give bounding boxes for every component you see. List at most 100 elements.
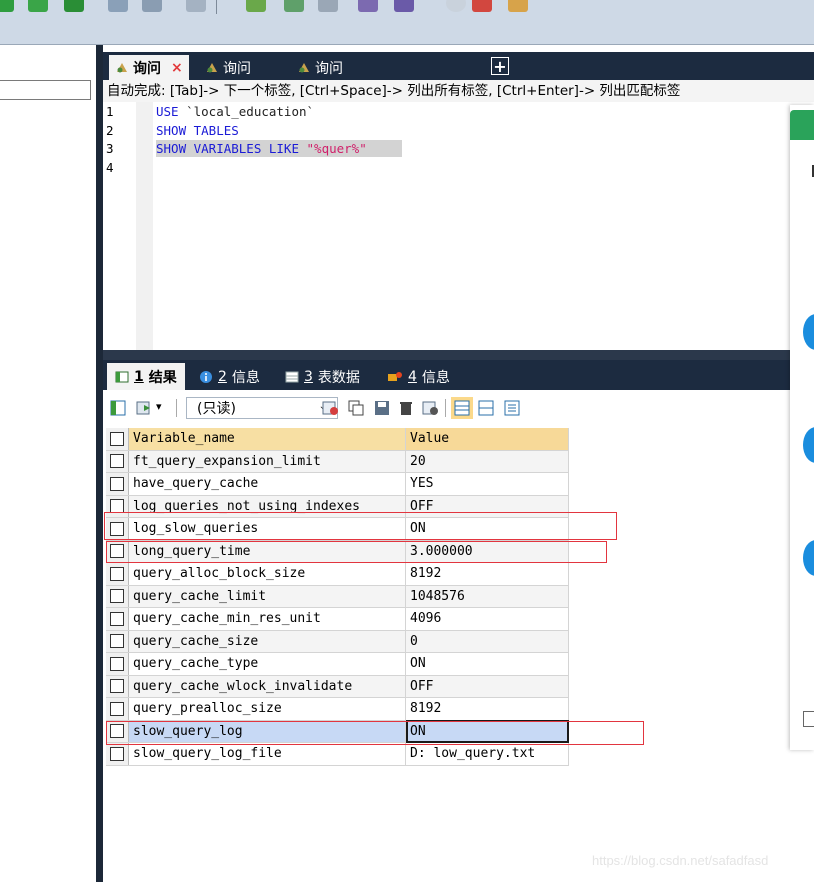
delete-row-icon[interactable] [397,399,415,417]
line-number: 1 [106,104,114,119]
table-row[interactable]: have_query_cache YES [106,472,569,496]
table-row[interactable]: ft_query_expansion_limit 20 [106,450,569,473]
panel-splitter[interactable] [96,45,103,882]
main-toolbar [0,0,814,45]
sql-identifier: `local_education` [178,104,315,119]
variable-name-cell[interactable]: query_cache_wlock_invalidate [128,675,406,698]
value-cell[interactable]: 20 [405,450,569,473]
tab-query-2[interactable]: 询问 [199,55,257,80]
new-query-icon[interactable] [108,0,128,12]
restore-icon[interactable] [284,0,304,12]
value-cell[interactable]: OFF [405,675,569,698]
form-mode-icon[interactable] [477,399,495,417]
duplicate-row-icon[interactable] [347,399,365,417]
toolbar-separator [216,0,217,14]
variable-name-cell[interactable]: slow_query_log_file [128,742,406,766]
row-checkbox[interactable] [106,585,129,608]
text-mode-icon[interactable] [503,399,521,417]
variable-name-cell[interactable]: query_alloc_block_size [128,562,406,586]
edit-mode-select[interactable]: (只读) ⌵ [186,397,338,419]
row-checkbox[interactable] [106,742,129,766]
table-data-icon [285,371,299,382]
disconnect-icon[interactable] [64,0,84,12]
tab-label: 询问 [133,60,161,77]
variable-name-cell[interactable]: have_query_cache [128,472,406,496]
table-row[interactable]: query_cache_min_res_unit 4096 [106,607,569,631]
value-cell[interactable]: 8192 [405,562,569,586]
row-checkbox[interactable] [106,652,129,676]
checkbox-icon [110,701,124,716]
value-cell[interactable]: 4096 [405,607,569,631]
row-checkbox[interactable] [106,675,129,698]
tab-table-data[interactable]: 3 表数据 [277,363,368,390]
checkbox-icon [110,566,124,581]
row-checkbox[interactable] [106,697,129,721]
variable-name-cell[interactable]: query_cache_limit [128,585,406,608]
table-row[interactable]: slow_query_log_file D: low_query.txt [106,742,569,766]
select-all-checkbox[interactable] [106,428,129,451]
tab-number: 2 [218,368,227,385]
row-checkbox[interactable] [106,562,129,586]
variable-name-cell[interactable]: query_prealloc_size [128,697,406,721]
object-filter-input[interactable] [0,80,91,100]
toolbar-separator [445,399,446,417]
export-dropdown-icon[interactable]: ▾ [156,400,162,413]
tab-result[interactable]: 1 结果 [107,363,185,390]
new-table-icon[interactable] [142,0,162,12]
table-row[interactable]: query_cache_type ON [106,652,569,676]
export-icon[interactable] [394,0,414,12]
table-row[interactable]: query_cache_wlock_invalidate OFF [106,675,569,698]
sql-keyword: USE [156,104,179,119]
column-header-variable-name[interactable]: Variable_name [128,428,406,451]
query-tab-icon [115,61,129,75]
tab-query-3[interactable]: 询问 [291,55,349,80]
row-checkbox[interactable] [106,607,129,631]
value-cell[interactable]: D: low_query.txt [405,742,569,766]
save-icon[interactable] [373,399,391,417]
backup-icon[interactable] [246,0,266,12]
schedule-icon[interactable] [318,0,338,12]
column-header-value[interactable]: Value [405,428,569,451]
value-cell[interactable]: ON [405,652,569,676]
variable-name-cell[interactable]: query_cache_size [128,630,406,653]
report-icon[interactable] [472,0,492,12]
grid-view-icon[interactable] [109,399,127,417]
row-checkbox[interactable] [106,472,129,496]
variable-name-cell[interactable]: ft_query_expansion_limit [128,450,406,473]
tab-info[interactable]: 2 信息 [191,363,268,390]
user-icon[interactable] [446,0,466,12]
add-tab-button[interactable]: + [491,57,509,76]
sql-editor[interactable]: 1 2 3 4 USE `local_education` SHOW TABLE… [103,102,814,350]
table-icon[interactable] [186,0,206,12]
table-row[interactable]: query_cache_size 0 [106,630,569,653]
variable-name-cell[interactable]: query_cache_min_res_unit [128,607,406,631]
editor-results-splitter[interactable] [103,350,814,360]
export-results-icon[interactable] [135,399,153,417]
add-row-icon[interactable] [321,399,339,417]
chat-icon[interactable] [790,110,814,140]
code-line-2: SHOW TABLES [156,123,239,138]
value-cell[interactable]: 0 [405,630,569,653]
dialog-checkbox[interactable] [803,711,814,727]
tab-query-1[interactable]: 询问 × [109,55,189,80]
add-connection-icon[interactable] [28,0,48,12]
schema-icon[interactable] [508,0,528,12]
table-row[interactable]: query_prealloc_size 8192 [106,697,569,721]
value-cell[interactable]: 8192 [405,697,569,721]
row-checkbox[interactable] [106,630,129,653]
code-line-3: SHOW VARIABLES LIKE "%quer%" [156,140,367,158]
value-cell[interactable]: 1048576 [405,585,569,608]
tab-info-2[interactable]: 4 信息 [379,363,458,390]
refresh-icon[interactable] [421,399,439,417]
table-row[interactable]: query_alloc_block_size 8192 [106,562,569,586]
tab-label: 信息 [421,369,450,386]
variable-name-cell[interactable]: query_cache_type [128,652,406,676]
value-cell[interactable]: YES [405,472,569,496]
import-icon[interactable] [358,0,378,12]
connect-icon[interactable] [0,0,14,12]
close-tab-icon[interactable]: × [171,60,183,76]
grid-mode-icon[interactable] [451,397,473,419]
row-checkbox[interactable] [106,450,129,473]
result-grid[interactable]: Variable_name Value ft_query_expansion_l… [106,428,569,766]
table-row[interactable]: query_cache_limit 1048576 [106,585,569,608]
